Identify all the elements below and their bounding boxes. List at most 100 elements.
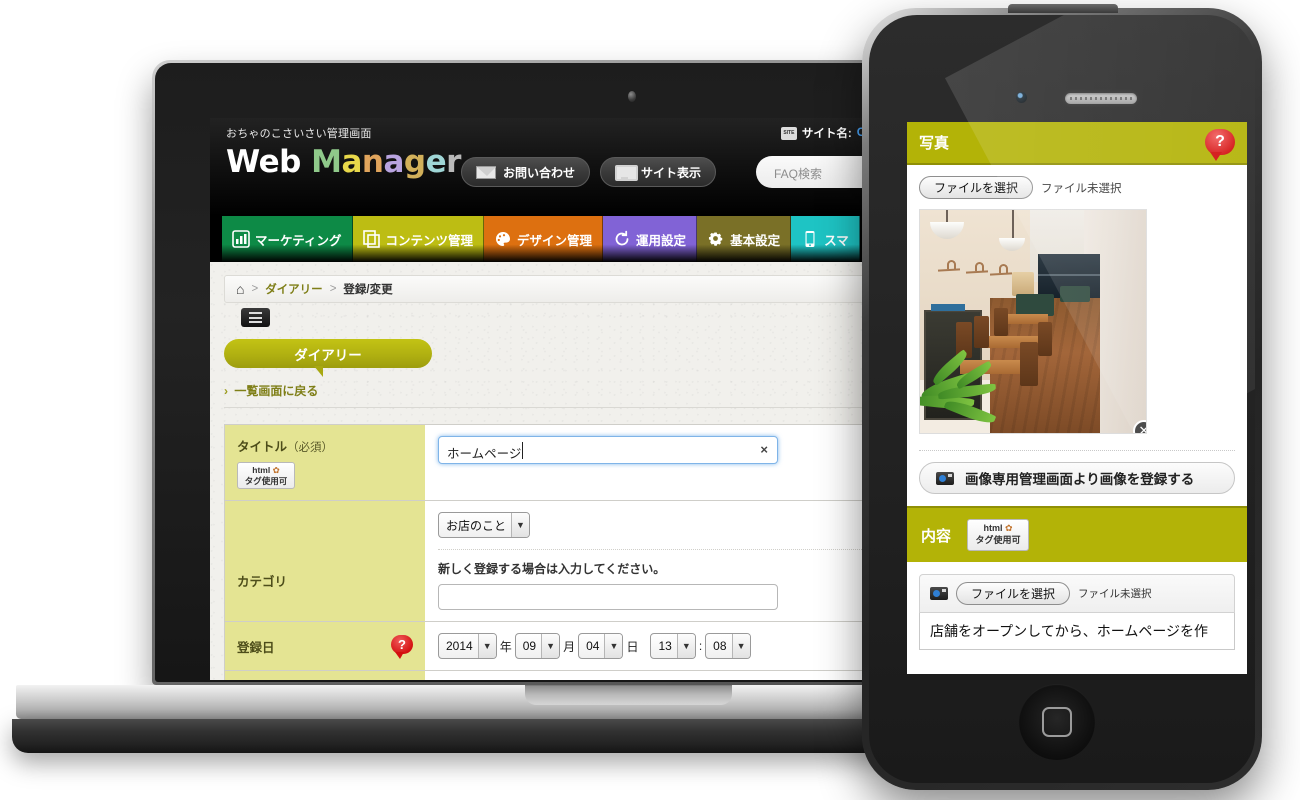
site-name-label: サイト名: bbox=[801, 128, 852, 140]
nav-tab-label-0: マーケティング bbox=[255, 233, 342, 248]
form-label-category-text: カテゴリ bbox=[237, 574, 288, 589]
day-select[interactable]: 04 ▼ bbox=[578, 633, 624, 660]
radio-show-label: 表示する bbox=[454, 679, 504, 680]
nav-tab-4[interactable]: 基本設定 bbox=[697, 216, 792, 262]
nav-tab-1[interactable]: コンテンツ管理 bbox=[352, 216, 485, 269]
content-file-status: ファイル未選択 bbox=[1078, 588, 1152, 600]
date-selects: 2014 ▼ 年 09 ▼ 月 04 ▼ 日 13 ▼: 08 ▼ bbox=[438, 633, 882, 660]
gear-icon bbox=[707, 230, 725, 248]
logo-part-0: Web bbox=[226, 144, 312, 180]
html-tag-chip-content-line1: html bbox=[983, 523, 1003, 534]
home-icon[interactable]: ⌂ bbox=[236, 282, 244, 296]
form-label-title-required: （必須） bbox=[287, 442, 334, 454]
home-button[interactable] bbox=[1019, 684, 1095, 760]
year-select[interactable]: 2014 ▼ bbox=[438, 633, 497, 660]
nav-tab-0[interactable]: マーケティング bbox=[222, 216, 353, 262]
list-view-button[interactable] bbox=[241, 308, 270, 327]
caret-right-icon: › bbox=[224, 384, 228, 398]
camera-icon bbox=[930, 587, 948, 600]
register-image-button[interactable]: 画像専用管理画面より画像を登録する bbox=[919, 462, 1235, 494]
admin-body: ⌂ > ダイアリー > 登録/変更 ダイアリー › 一覧画面に戻る タイトル（必… bbox=[210, 262, 910, 680]
day-unit: 日 bbox=[626, 639, 639, 654]
nav-tab-3[interactable]: 運用設定 bbox=[603, 216, 698, 262]
month-select-value: 09 bbox=[522, 639, 537, 654]
title-input-value: ホームページ bbox=[447, 447, 522, 461]
logo-part-6: e bbox=[425, 144, 447, 180]
nav-tab-5[interactable]: スマ bbox=[791, 216, 860, 262]
admin-header: おちゃのこさいさい管理画面 Web Manager お問い合わせ サイト表示 F… bbox=[210, 118, 910, 216]
year-select-value: 2014 bbox=[446, 639, 473, 654]
help-icon-date[interactable]: ? bbox=[391, 635, 413, 660]
laptop-screen: おちゃのこさいさい管理画面 Web Manager お問い合わせ サイト表示 F… bbox=[210, 118, 910, 680]
phone-device: 写真 ? ファイルを選択 ファイル未選択 画像専用管理画面より画像を登録する 内… bbox=[862, 4, 1262, 790]
title-input[interactable]: ホームページ × bbox=[438, 436, 778, 464]
form-label-date: 登録日 ? bbox=[225, 622, 425, 671]
logo-part-5: g bbox=[403, 144, 426, 180]
category-select[interactable]: お店のこと ▼ bbox=[438, 512, 531, 539]
chevron-down-icon: ▼ bbox=[676, 634, 695, 659]
minute-select[interactable]: 08 ▼ bbox=[705, 633, 751, 660]
back-to-list-link[interactable]: › 一覧画面に戻る bbox=[224, 382, 896, 408]
hour-select[interactable]: 13 ▼ bbox=[650, 633, 696, 660]
year-unit: 年 bbox=[499, 639, 512, 654]
month-select[interactable]: 09 ▼ bbox=[514, 633, 561, 660]
breadcrumb: ⌂ > ダイアリー > 登録/変更 bbox=[224, 275, 896, 303]
photo-section-header: 写真 ? bbox=[907, 122, 1247, 165]
admin-subtitle: おちゃのこさいさい管理画面 bbox=[226, 128, 372, 140]
html-tag-chip-title-line1: html bbox=[252, 465, 271, 475]
photo-file-select-button[interactable]: ファイルを選択 bbox=[919, 176, 1034, 199]
html-tag-chip-title-line2: タグ使用可 bbox=[244, 475, 288, 486]
new-category-input[interactable] bbox=[438, 584, 778, 611]
page-title: ダイアリー bbox=[224, 339, 432, 377]
time-separator: : bbox=[698, 639, 703, 654]
breadcrumb-item-diary[interactable]: ダイアリー bbox=[265, 281, 323, 297]
form-field-visibility: 表示する 非表示にする bbox=[425, 671, 895, 680]
photo-section-title: 写真 bbox=[919, 135, 950, 152]
lamp-cord bbox=[1012, 210, 1014, 240]
front-camera-icon bbox=[1016, 92, 1027, 103]
nav-tab-label-1: コンテンツ管理 bbox=[385, 233, 474, 248]
speaker-grille bbox=[1070, 97, 1132, 100]
chevron-down-icon: ▼ bbox=[511, 513, 530, 538]
nav-tab-label-3: 運用設定 bbox=[636, 233, 687, 248]
content-file-select-button[interactable]: ファイルを選択 bbox=[956, 582, 1071, 605]
form-field-date: 2014 ▼ 年 09 ▼ 月 04 ▼ 日 13 ▼: 08 ▼ bbox=[425, 622, 895, 671]
back-to-list-label: 一覧画面に戻る bbox=[234, 384, 319, 398]
site-icon: SITE bbox=[780, 126, 797, 140]
form-row-category: カテゴリ お店のこと ▼ 新しく登録する場合は入力してください。 bbox=[225, 501, 895, 623]
main-nav: マーケティング コンテンツ管理 デザイン管理 運用設定 基本設定 スマ bbox=[210, 216, 910, 269]
clear-icon[interactable]: × bbox=[760, 442, 768, 457]
contact-button[interactable]: お問い合わせ bbox=[461, 157, 591, 187]
foreground-plant bbox=[920, 336, 1029, 433]
form-field-category: お店のこと ▼ 新しく登録する場合は入力してください。 bbox=[425, 501, 895, 622]
content-textarea[interactable]: 店舗をオープンしてから、ホームページを作 bbox=[919, 613, 1235, 650]
form-label-visibility-text: 表示/非表示 bbox=[237, 679, 413, 680]
nav-tab-label-2: デザイン管理 bbox=[517, 233, 593, 248]
radio-hide-label: 非表示にする bbox=[531, 679, 606, 680]
wall-hanger bbox=[990, 264, 1012, 275]
register-image-button-label: 画像専用管理画面より画像を登録する bbox=[965, 472, 1195, 487]
form-label-visibility: 表示/非表示 bbox=[225, 671, 425, 680]
breadcrumb-separator-2: > bbox=[329, 283, 337, 295]
cafe-interior-image bbox=[920, 210, 1146, 433]
pages-icon bbox=[362, 230, 381, 248]
form-row-title: タイトル（必須） html ✿ タグ使用可 ホームページ × bbox=[225, 425, 895, 502]
laptop-webcam-icon bbox=[628, 91, 636, 102]
photo-preview: ✕ bbox=[919, 209, 1147, 434]
html-tag-chip-content-line2: タグ使用可 bbox=[975, 535, 1021, 545]
admin-page: おちゃのこさいさい管理画面 Web Manager お問い合わせ サイト表示 F… bbox=[210, 118, 910, 680]
phone-power-button[interactable] bbox=[1008, 4, 1118, 13]
minute-select-value: 08 bbox=[713, 639, 727, 654]
camera-icon bbox=[936, 471, 954, 485]
chevron-down-icon: ▼ bbox=[604, 634, 623, 659]
html-tag-chip-title: html ✿ タグ使用可 bbox=[237, 462, 295, 490]
form-row-visibility: 表示/非表示 表示する 非表示にする bbox=[225, 671, 895, 680]
earpiece-speaker bbox=[1065, 93, 1137, 104]
nav-tab-2[interactable]: デザイン管理 bbox=[484, 216, 604, 262]
chair bbox=[994, 308, 1008, 336]
photo-section-body: ファイルを選択 ファイル未選択 画像専用管理画面より画像を登録する bbox=[907, 165, 1247, 506]
chevron-down-icon: ▼ bbox=[477, 634, 496, 659]
view-site-button[interactable]: サイト表示 bbox=[600, 157, 717, 187]
form-field-title: ホームページ × bbox=[425, 425, 895, 501]
help-icon-photo[interactable]: ? bbox=[1205, 129, 1235, 161]
